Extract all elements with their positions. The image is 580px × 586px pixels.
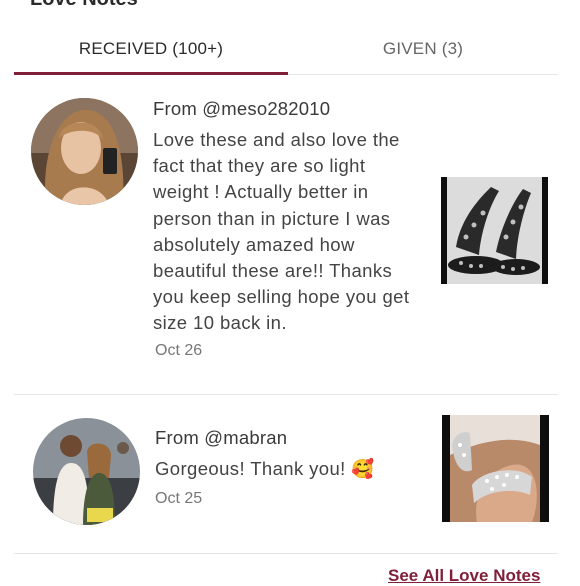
love-note: From @meso282010 Love these and also lov… — [0, 98, 580, 393]
couple-photo-avatar[interactable] — [33, 418, 140, 525]
note-text: Love these and also love the fact that t… — [153, 129, 410, 334]
note-date: Oct 26 — [155, 342, 203, 359]
see-all-love-notes-link[interactable]: See All Love Notes — [388, 566, 540, 586]
note-author[interactable]: From @mabran — [155, 427, 287, 449]
row-divider — [14, 553, 558, 554]
row-divider — [14, 394, 558, 395]
note-text: Gorgeous! Thank you! 🥰 — [155, 458, 375, 479]
tab-given[interactable]: GIVEN (3) — [288, 32, 558, 74]
section-title: Love Notes — [30, 0, 138, 11]
love-note: From @mabran Gorgeous! Thank you! 🥰 Oct … — [0, 415, 580, 555]
studded-sandals-photo[interactable] — [441, 177, 548, 284]
active-tab-indicator — [14, 72, 288, 75]
note-date: Oct 25 — [155, 490, 203, 507]
note-author[interactable]: From @meso282010 — [153, 98, 330, 120]
tab-received[interactable]: RECEIVED (100+) — [14, 32, 288, 74]
jeweled-slides-photo[interactable] — [442, 415, 549, 522]
user-photo-avatar[interactable] — [31, 98, 138, 205]
love-notes-tabs: RECEIVED (100+) GIVEN (3) — [14, 32, 558, 76]
